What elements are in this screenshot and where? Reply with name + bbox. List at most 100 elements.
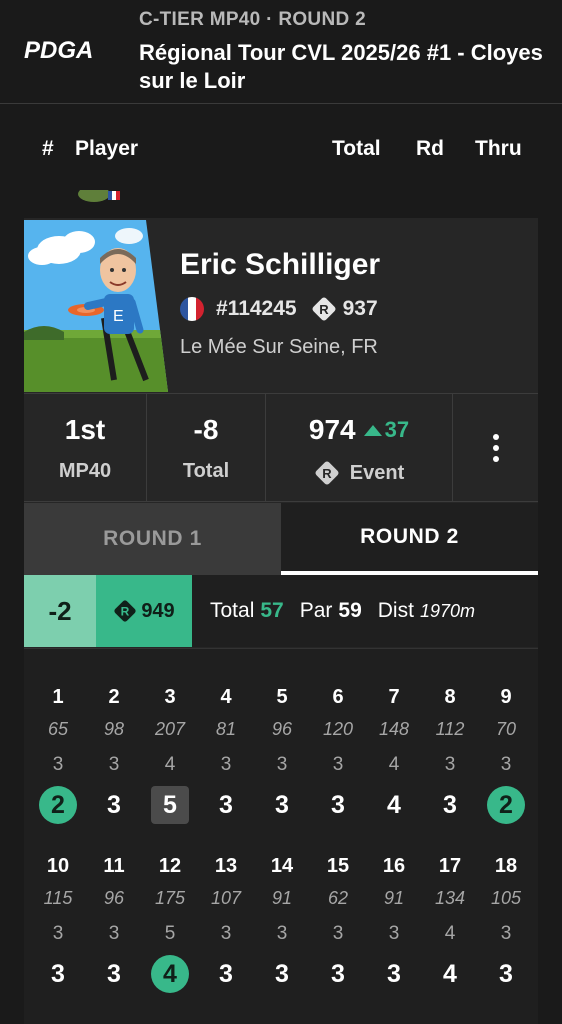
svg-text:R: R [322,466,332,481]
rating-up-arrow-icon [363,424,382,436]
hole-par: 3 [388,923,400,944]
hole-cell: 5 96 3 3 [254,683,310,827]
hole-cell: 11 96 3 3 [86,852,142,996]
hole-score: 3 [107,790,121,819]
hole-par: 3 [108,754,120,775]
event-rating-value: 974 [308,414,356,445]
column-place[interactable]: # [42,137,54,161]
event-title: Régional Tour CVL 2025/26 #1 - Cloyes su… [139,40,543,93]
hole-score: 3 [443,790,457,819]
total-label: Total [182,460,230,482]
hole-number: 15 [326,855,350,877]
hole-cell: 13 107 3 3 [198,852,254,996]
hole-number: 7 [388,686,400,708]
svg-text:R: R [319,302,329,317]
hole-par: 4 [164,754,176,775]
hole-cell: 7 148 4 4 [366,683,422,827]
hole-cell: 1 65 3 2 [30,683,86,827]
stat-total: -8 Total [147,394,266,502]
more-options-icon[interactable] [454,394,538,502]
hole-score: 3 [219,790,233,819]
hole-distance: 98 [103,719,125,739]
hole-number: 4 [220,686,232,708]
hole-number: 9 [500,686,512,708]
hole-number: 6 [332,686,344,708]
svg-text:R: R [121,605,130,619]
hole-distance: 62 [327,888,349,908]
hole-number: 5 [276,686,288,708]
hole-number: 14 [270,855,294,877]
hole-score: 3 [275,959,289,988]
column-round[interactable]: Rd [416,137,444,161]
rating-icon: R [312,297,336,321]
hole-par: 3 [220,923,232,944]
round-total-value: 57 [260,599,284,622]
france-flag-icon [180,297,204,321]
player-location: Le Mée Sur Seine, FR [180,336,378,358]
player-detail-card: E Eric Schilliger #114245 R 937 Le Mée S… [24,218,538,1024]
hole-score: 3 [499,959,513,988]
hole-number: 13 [214,855,238,877]
round-total-label: Total [210,599,255,622]
hole-distance: 134 [434,888,466,908]
hole-par: 3 [52,754,64,775]
hole-distance: 70 [495,719,517,739]
column-player[interactable]: Player [75,137,138,161]
round-par-value: 59 [338,599,362,622]
hole-distance: 107 [210,888,242,908]
hole-distance: 120 [322,719,354,739]
hole-scores-grid: 1 65 3 2 2 98 3 3 3 207 4 5 4 81 3 3 5 96 3 3 6 120 3 3 7 148 4 4 8 1… [24,648,538,1024]
round-totals: Total 57 Par 59 Dist 1970m [210,575,475,647]
hole-distance: 112 [435,719,465,739]
column-total[interactable]: Total [332,137,381,161]
hole-score: 3 [107,959,121,988]
player-stats: 1st MP40 -8 Total 974 37 R Event [24,394,538,502]
hole-par: 3 [108,923,120,944]
hole-distance: 96 [271,719,293,739]
round-score: -2 [24,575,96,647]
hole-score: 2 [39,786,77,824]
hole-distance: 91 [383,888,405,908]
svg-text:E: E [113,308,124,325]
column-thru[interactable]: Thru [475,137,522,161]
player-rating: 937 [342,297,378,320]
hole-par: 5 [164,923,176,944]
hole-number: 1 [52,686,64,708]
tab-round-1[interactable]: ROUND 1 [24,503,281,575]
hole-distance: 96 [103,888,125,908]
hole-cell: 17 134 4 4 [422,852,478,996]
hole-cell: 6 120 3 3 [310,683,366,827]
hole-cell: 12 175 5 4 [142,852,198,996]
hole-number: 18 [494,855,518,877]
hole-distance: 148 [378,719,410,739]
stat-place: 1st MP40 [24,394,147,502]
round-rating-badge: R 949 [96,575,192,647]
event-label: Event [349,461,405,484]
hole-par: 3 [332,923,344,944]
player-profile: E Eric Schilliger #114245 R 937 Le Mée S… [24,218,538,394]
hole-number: 3 [164,686,176,708]
player-name[interactable]: Eric Schilliger [180,248,380,282]
hole-par: 3 [52,923,64,944]
hole-score: 3 [387,959,401,988]
hole-score: 5 [151,786,189,824]
hole-number: 16 [382,855,406,877]
hole-score: 3 [331,959,345,988]
tab-round-2[interactable]: ROUND 2 [281,503,538,575]
hole-number: 17 [438,855,462,877]
hole-distance: 65 [47,719,69,739]
hole-distance: 105 [490,888,522,908]
hole-cell: 10 115 3 3 [30,852,86,996]
hole-cell: 9 70 3 2 [478,683,534,827]
hole-distance: 81 [215,719,237,739]
previous-row-avatar-peek [78,190,120,202]
pdga-logo[interactable]: PDGA [24,36,116,64]
hole-par: 3 [276,754,288,775]
event-tier-round: C-TIER MP40 · ROUND 2 [139,9,366,30]
event-header: PDGA C-TIER MP40 · ROUND 2 Régional Tour… [0,0,562,104]
hole-cell: 14 91 3 3 [254,852,310,996]
player-avatar[interactable]: E [24,220,168,392]
hole-score: 3 [219,959,233,988]
hole-number: 10 [46,855,70,877]
round-rating-value: 949 [141,599,175,622]
